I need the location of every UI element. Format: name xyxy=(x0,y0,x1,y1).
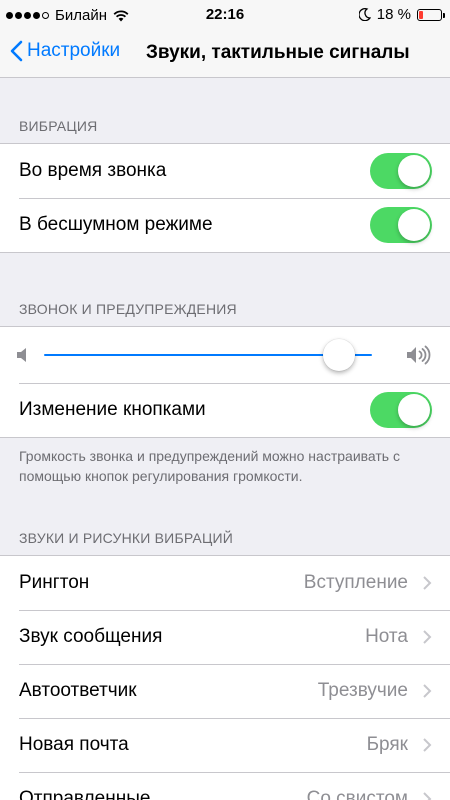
row-label: Автоответчик xyxy=(19,680,137,701)
ringer-footer-note: Громкость звонка и предупреждений можно … xyxy=(19,448,400,485)
row-ringtone[interactable]: Рингтон Вступление xyxy=(0,556,450,610)
vibrate-on-silent-toggle[interactable] xyxy=(370,207,432,243)
row-sent-mail[interactable]: Отправленные Со свистом xyxy=(0,772,450,800)
row-label: В бесшумном режиме xyxy=(19,214,213,235)
section-header-ringer: ЗВОНОК И ПРЕДУПРЕЖДЕНИЯ xyxy=(19,301,237,317)
speaker-low-icon xyxy=(17,348,26,362)
row-label: Изменение кнопками xyxy=(19,399,206,420)
vibration-group: Во время звонка В бесшумном режиме xyxy=(0,143,450,253)
row-change-with-buttons: Изменение кнопками xyxy=(0,383,450,437)
sounds-group: Рингтон Вступление Звук сообщения Нота А… xyxy=(0,555,450,800)
chevron-right-icon xyxy=(423,738,432,752)
row-message-sound[interactable]: Звук сообщения Нота xyxy=(0,610,450,664)
row-label: Рингтон xyxy=(19,572,90,593)
navigation-bar: Настройки Звуки, тактильные сигналы xyxy=(0,30,450,78)
row-value: Трезвучие xyxy=(317,680,408,701)
row-label: Отправленные xyxy=(19,788,151,800)
battery-percent: 18 % xyxy=(376,6,411,23)
chevron-right-icon xyxy=(423,684,432,698)
chevron-left-icon xyxy=(10,40,23,62)
row-value: Нота xyxy=(365,626,408,647)
row-new-mail[interactable]: Новая почта Бряк xyxy=(0,718,450,772)
status-right: 18 % xyxy=(358,6,445,23)
row-value: Бряк xyxy=(366,734,408,755)
chevron-right-icon xyxy=(423,792,432,800)
row-vibrate-on-ring: Во время звонка xyxy=(0,144,450,198)
chevron-right-icon xyxy=(423,630,432,644)
row-value: Со свистом xyxy=(306,788,408,800)
row-vibrate-on-silent: В бесшумном режиме xyxy=(0,198,450,252)
battery-icon xyxy=(417,8,445,21)
back-button[interactable]: Настройки xyxy=(10,40,120,62)
section-header-sounds: ЗВУКИ И РИСУНКИ ВИБРАЦИЙ xyxy=(19,530,234,546)
chevron-right-icon xyxy=(423,576,432,590)
row-label: Новая почта xyxy=(19,734,129,755)
battery-fill xyxy=(419,10,423,19)
change-with-buttons-toggle[interactable] xyxy=(370,392,432,428)
row-label: Во время звонка xyxy=(19,160,167,181)
back-label: Настройки xyxy=(27,40,121,61)
volume-slider-thumb[interactable] xyxy=(323,339,355,371)
row-voicemail[interactable]: Автоответчик Трезвучие xyxy=(0,664,450,718)
vibrate-on-ring-toggle[interactable] xyxy=(370,153,432,189)
moon-icon xyxy=(358,8,371,21)
ringer-group: Изменение кнопками xyxy=(0,326,450,438)
speaker-high-icon xyxy=(407,345,431,365)
page-title: Звуки, тактильные сигналы xyxy=(146,42,410,63)
volume-slider-row xyxy=(0,327,450,383)
row-value: Вступление xyxy=(303,572,408,593)
status-bar: Билайн 22:16 18 % xyxy=(0,0,450,30)
section-header-vibration: ВИБРАЦИЯ xyxy=(19,118,98,134)
row-label: Звук сообщения xyxy=(19,626,163,647)
